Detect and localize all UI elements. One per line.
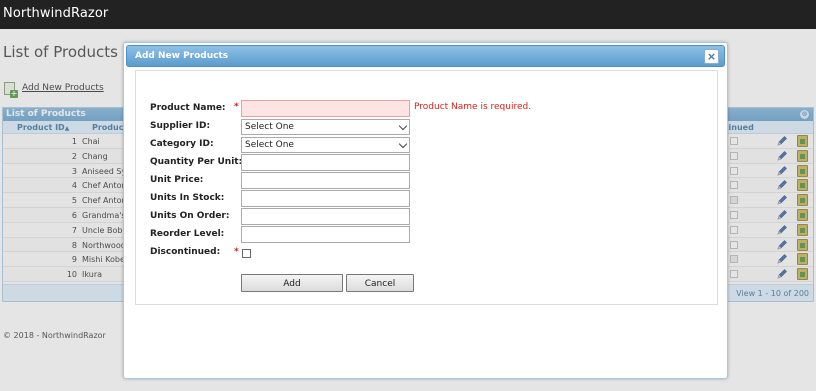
dialog-title: Add New Products bbox=[135, 51, 229, 61]
product-name-input[interactable] bbox=[241, 100, 410, 117]
units-in-stock-input[interactable] bbox=[241, 190, 410, 207]
product-name-error: Product Name is required. bbox=[414, 102, 532, 112]
category-id-select[interactable]: Select One bbox=[241, 137, 410, 153]
quantity-per-unit-label: Quantity Per Unit: bbox=[150, 157, 243, 167]
supplier-id-select[interactable]: Select One bbox=[241, 119, 410, 135]
units-on-order-label: Units On Order: bbox=[150, 211, 230, 221]
category-id-label: Category ID: bbox=[150, 139, 214, 149]
add-button[interactable]: Add bbox=[241, 274, 343, 292]
dialog-form: Product Name: * Product Name is required… bbox=[135, 70, 718, 305]
dialog-titlebar[interactable]: Add New Products × bbox=[126, 45, 725, 67]
unit-price-label: Unit Price: bbox=[150, 175, 204, 185]
cancel-button[interactable]: Cancel bbox=[346, 274, 414, 292]
reorder-level-label: Reorder Level: bbox=[150, 229, 225, 239]
discontinued-label: Discontinued: bbox=[150, 247, 221, 257]
category-id-selected-value: Select One bbox=[245, 140, 294, 150]
required-marker: * bbox=[234, 102, 239, 112]
units-on-order-input[interactable] bbox=[241, 208, 410, 225]
discontinued-checkbox[interactable] bbox=[242, 249, 251, 258]
add-product-dialog: Add New Products × Product Name: * Produ… bbox=[123, 42, 728, 379]
reorder-level-input[interactable] bbox=[241, 226, 410, 243]
navbar: NorthwindRazor bbox=[0, 0, 816, 29]
quantity-per-unit-input[interactable] bbox=[241, 154, 410, 171]
chevron-down-icon bbox=[398, 139, 408, 149]
units-in-stock-label: Units In Stock: bbox=[150, 193, 225, 203]
supplier-id-selected-value: Select One bbox=[245, 122, 294, 132]
required-marker: * bbox=[234, 247, 239, 257]
brand-link[interactable]: NorthwindRazor bbox=[3, 6, 108, 21]
unit-price-input[interactable] bbox=[241, 172, 410, 189]
chevron-down-icon bbox=[398, 121, 408, 131]
product-name-label: Product Name: bbox=[150, 103, 226, 113]
close-icon[interactable]: × bbox=[704, 49, 719, 64]
supplier-id-label: Supplier ID: bbox=[150, 121, 211, 131]
